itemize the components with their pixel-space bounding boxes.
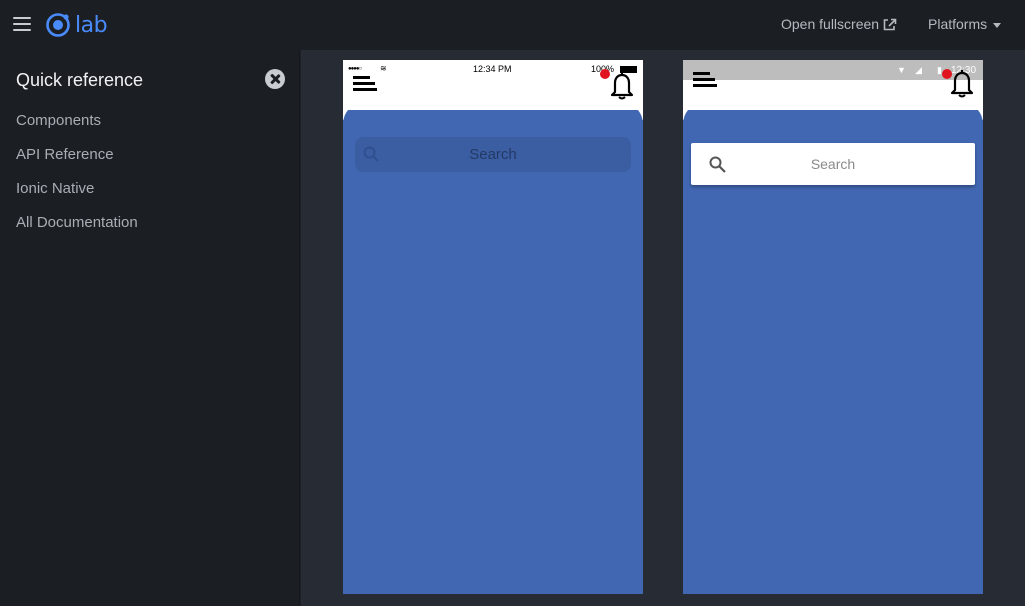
platforms-label: Platforms bbox=[928, 16, 988, 32]
sidebar-item-all-documentation[interactable]: All Documentation bbox=[16, 214, 138, 231]
open-fullscreen-link[interactable]: Open fullscreen bbox=[781, 16, 897, 32]
external-link-icon bbox=[883, 18, 897, 30]
top-bar: lab Open fullscreen Platforms bbox=[0, 0, 1025, 50]
chevron-down-icon bbox=[993, 22, 1002, 28]
bell-icon[interactable] bbox=[949, 68, 975, 98]
android-status-bar: ▼ ◢ ▮ 12:30 bbox=[683, 60, 983, 80]
sidebar-item-api-reference[interactable]: API Reference bbox=[16, 146, 114, 163]
wifi-icon: ▼ bbox=[897, 65, 906, 75]
close-icon[interactable] bbox=[265, 69, 285, 89]
preview-area: ●●●●○ ≋ 12:34 PM 100% Search bbox=[301, 50, 1025, 606]
ios-search-bar[interactable]: Search bbox=[355, 137, 631, 172]
open-fullscreen-label: Open fullscreen bbox=[781, 16, 880, 32]
ios-status-bar: ●●●●○ ≋ 12:34 PM 100% bbox=[343, 60, 643, 80]
ios-status-time: 12:34 PM bbox=[473, 64, 512, 74]
menu-icon[interactable] bbox=[693, 72, 717, 94]
ionic-logo-icon bbox=[46, 13, 70, 37]
notification-dot bbox=[600, 69, 610, 79]
platforms-dropdown[interactable]: Platforms bbox=[928, 16, 1002, 32]
android-search-bar[interactable]: Search bbox=[691, 143, 975, 185]
sidebar-item-ionic-native[interactable]: Ionic Native bbox=[16, 180, 94, 197]
search-placeholder: Search bbox=[810, 156, 856, 172]
ios-content[interactable] bbox=[343, 102, 643, 594]
search-placeholder: Search bbox=[469, 146, 517, 163]
sidebar-item-components[interactable]: Components bbox=[16, 112, 101, 129]
bell-icon[interactable] bbox=[609, 70, 635, 100]
android-app-bar bbox=[683, 69, 983, 110]
notification-dot bbox=[942, 69, 952, 79]
signal-icon: ●●●●○ bbox=[348, 66, 362, 72]
menu-icon[interactable] bbox=[353, 76, 377, 98]
hamburger-menu-icon[interactable] bbox=[13, 17, 31, 31]
ios-app-bar bbox=[343, 69, 643, 110]
sidebar-title: Quick reference bbox=[16, 70, 144, 90]
logo-text: lab bbox=[75, 12, 108, 38]
signal-icon: ◢ bbox=[915, 65, 922, 75]
ios-preview-frame: ●●●●○ ≋ 12:34 PM 100% Search bbox=[343, 60, 643, 594]
android-preview-frame: ▼ ◢ ▮ 12:30 Search bbox=[683, 60, 983, 594]
wifi-icon: ≋ bbox=[380, 64, 387, 73]
ionic-lab-logo: lab bbox=[45, 12, 108, 38]
quick-reference-sidebar: Quick reference Components API Reference… bbox=[0, 50, 300, 606]
